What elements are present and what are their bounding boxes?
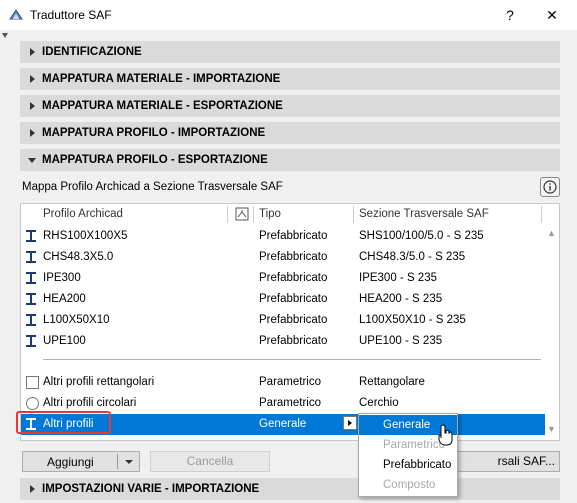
saf-section: L100X50X10 - S 235	[359, 314, 466, 326]
expand-arrow-icon	[30, 102, 35, 110]
section-material-export[interactable]: MAPPATURA MATERIALE - ESPORTAZIONE	[20, 95, 560, 117]
i-beam-icon	[26, 335, 36, 347]
profile-type: Prefabbricato	[259, 251, 328, 263]
column-separator	[541, 206, 542, 223]
scroll-up-icon[interactable]: ▲	[547, 228, 556, 238]
section-misc-import[interactable]: IMPOSTAZIONI VARIE - IMPORTAZIONE	[20, 478, 560, 500]
section-profile-import[interactable]: MAPPATURA PROFILO - IMPORTAZIONE	[20, 122, 560, 144]
section-label: IMPOSTAZIONI VARIE - IMPORTAZIONE	[42, 483, 260, 495]
profile-name: Altri profili rettangolari	[43, 376, 155, 388]
profile-type: Prefabbricato	[259, 314, 328, 326]
i-beam-icon	[26, 230, 36, 242]
saf-section: SHS100/100/5.0 - S 235	[359, 230, 484, 242]
table-row[interactable]: L100X50X10 Prefabbricato L100X50X10 - S …	[21, 310, 545, 331]
highlight-box	[16, 411, 111, 434]
menu-item-prefabbricato[interactable]: Prefabbricato	[359, 455, 457, 475]
profile-type: Prefabbricato	[259, 293, 328, 305]
menu-item-composto: Composto	[383, 479, 436, 491]
column-type[interactable]: Tipo	[259, 208, 281, 220]
table-row[interactable]: UPE100 Prefabbricato UPE100 - S 235	[21, 331, 545, 352]
profile-type: Prefabbricato	[259, 230, 328, 242]
column-section[interactable]: Sezione Trasversale SAF	[359, 208, 489, 220]
info-icon	[543, 180, 557, 194]
type-dropdown-button[interactable]	[343, 416, 357, 430]
profile-name: UPE100	[43, 335, 86, 347]
saf-section: Rettangolare	[359, 376, 425, 388]
help-button[interactable]: ?	[500, 5, 520, 25]
profile-type: Prefabbricato	[259, 272, 328, 284]
profile-mapping-list[interactable]: Profilo Archicad Tipo Sezione Trasversal…	[20, 203, 560, 441]
expand-arrow-icon	[30, 129, 35, 137]
list-divider	[43, 359, 541, 360]
section-label: IDENTIFICAZIONE	[42, 46, 142, 58]
i-beam-icon	[26, 251, 36, 263]
collapse-arrow-icon	[28, 158, 36, 163]
section-label: MAPPATURA MATERIALE - IMPORTAZIONE	[42, 73, 281, 85]
saf-section: HEA200 - S 235	[359, 293, 443, 305]
profile-type: Parametrico	[259, 376, 321, 388]
saf-section: IPE300 - S 235	[359, 272, 437, 284]
link-icon[interactable]	[235, 207, 249, 221]
profile-name: HEA200	[43, 293, 86, 305]
section-material-import[interactable]: MAPPATURA MATERIALE - IMPORTAZIONE	[20, 68, 560, 90]
i-beam-icon	[26, 293, 36, 305]
column-separator	[253, 206, 254, 223]
profile-name: RHS100X100X5	[43, 230, 128, 242]
saf-section: Cerchio	[359, 397, 399, 409]
archicad-app-icon	[9, 9, 23, 20]
saf-section: UPE100 - S 235	[359, 335, 443, 347]
i-beam-icon	[26, 314, 36, 326]
profile-name: IPE300	[43, 272, 81, 284]
add-button-label: Aggiungi	[47, 455, 94, 469]
profile-type: Generale	[259, 418, 307, 430]
table-row[interactable]: HEA200 Prefabbricato HEA200 - S 235	[21, 289, 545, 310]
column-separator	[227, 206, 228, 223]
title-bar: Traduttore SAF ? ✕	[0, 0, 577, 30]
expand-arrow-icon	[30, 75, 35, 83]
section-profile-export[interactable]: MAPPATURA PROFILO - ESPORTAZIONE	[20, 149, 560, 171]
list-header: Profilo Archicad Tipo Sezione Trasversal…	[21, 204, 559, 225]
profile-name: CHS48.3X5.0	[43, 251, 114, 263]
section-identificazione[interactable]: IDENTIFICAZIONE	[20, 41, 560, 63]
hand-cursor-icon	[438, 424, 453, 446]
section-label: MAPPATURA PROFILO - IMPORTAZIONE	[42, 127, 266, 139]
profile-name: Altri profili circolari	[43, 397, 137, 409]
scroll-down-icon[interactable]: ▼	[547, 424, 556, 434]
saf-sections-button[interactable]: rsali SAF...	[440, 451, 560, 472]
info-button[interactable]	[540, 177, 560, 197]
table-row[interactable]: IPE300 Prefabbricato IPE300 - S 235	[21, 268, 545, 289]
chevron-down-icon[interactable]	[125, 460, 133, 464]
column-separator	[353, 206, 354, 223]
table-row[interactable]: CHS48.3X5.0 Prefabbricato CHS48.3/5.0 - …	[21, 247, 545, 268]
add-button[interactable]: Aggiungi	[22, 451, 140, 472]
rectangle-icon	[26, 376, 39, 389]
profile-type: Prefabbricato	[259, 335, 328, 347]
i-beam-icon	[26, 272, 36, 284]
profile-name: L100X50X10	[43, 314, 110, 326]
close-button[interactable]: ✕	[542, 5, 562, 25]
saf-section: CHS48.3/5.0 - S 235	[359, 251, 466, 263]
table-row[interactable]: RHS100X100X5 Prefabbricato SHS100/100/5.…	[21, 226, 545, 247]
mapping-description: Mappa Profilo Archicad a Sezione Trasver…	[22, 181, 283, 193]
table-row[interactable]: Altri profili rettangolari Parametrico R…	[21, 372, 545, 393]
collapse-marker-icon	[2, 33, 8, 38]
window-title: Traduttore SAF	[30, 8, 112, 22]
section-label: MAPPATURA MATERIALE - ESPORTAZIONE	[42, 100, 283, 112]
profile-type: Parametrico	[259, 397, 321, 409]
cancel-button[interactable]: Cancella	[150, 451, 270, 472]
chevron-right-icon	[348, 420, 352, 426]
expand-arrow-icon	[30, 48, 35, 56]
expand-arrow-icon	[30, 485, 35, 493]
section-label: MAPPATURA PROFILO - ESPORTAZIONE	[42, 154, 268, 166]
column-profile[interactable]: Profilo Archicad	[43, 208, 123, 220]
split-separator	[117, 454, 118, 469]
circle-icon	[26, 397, 39, 410]
